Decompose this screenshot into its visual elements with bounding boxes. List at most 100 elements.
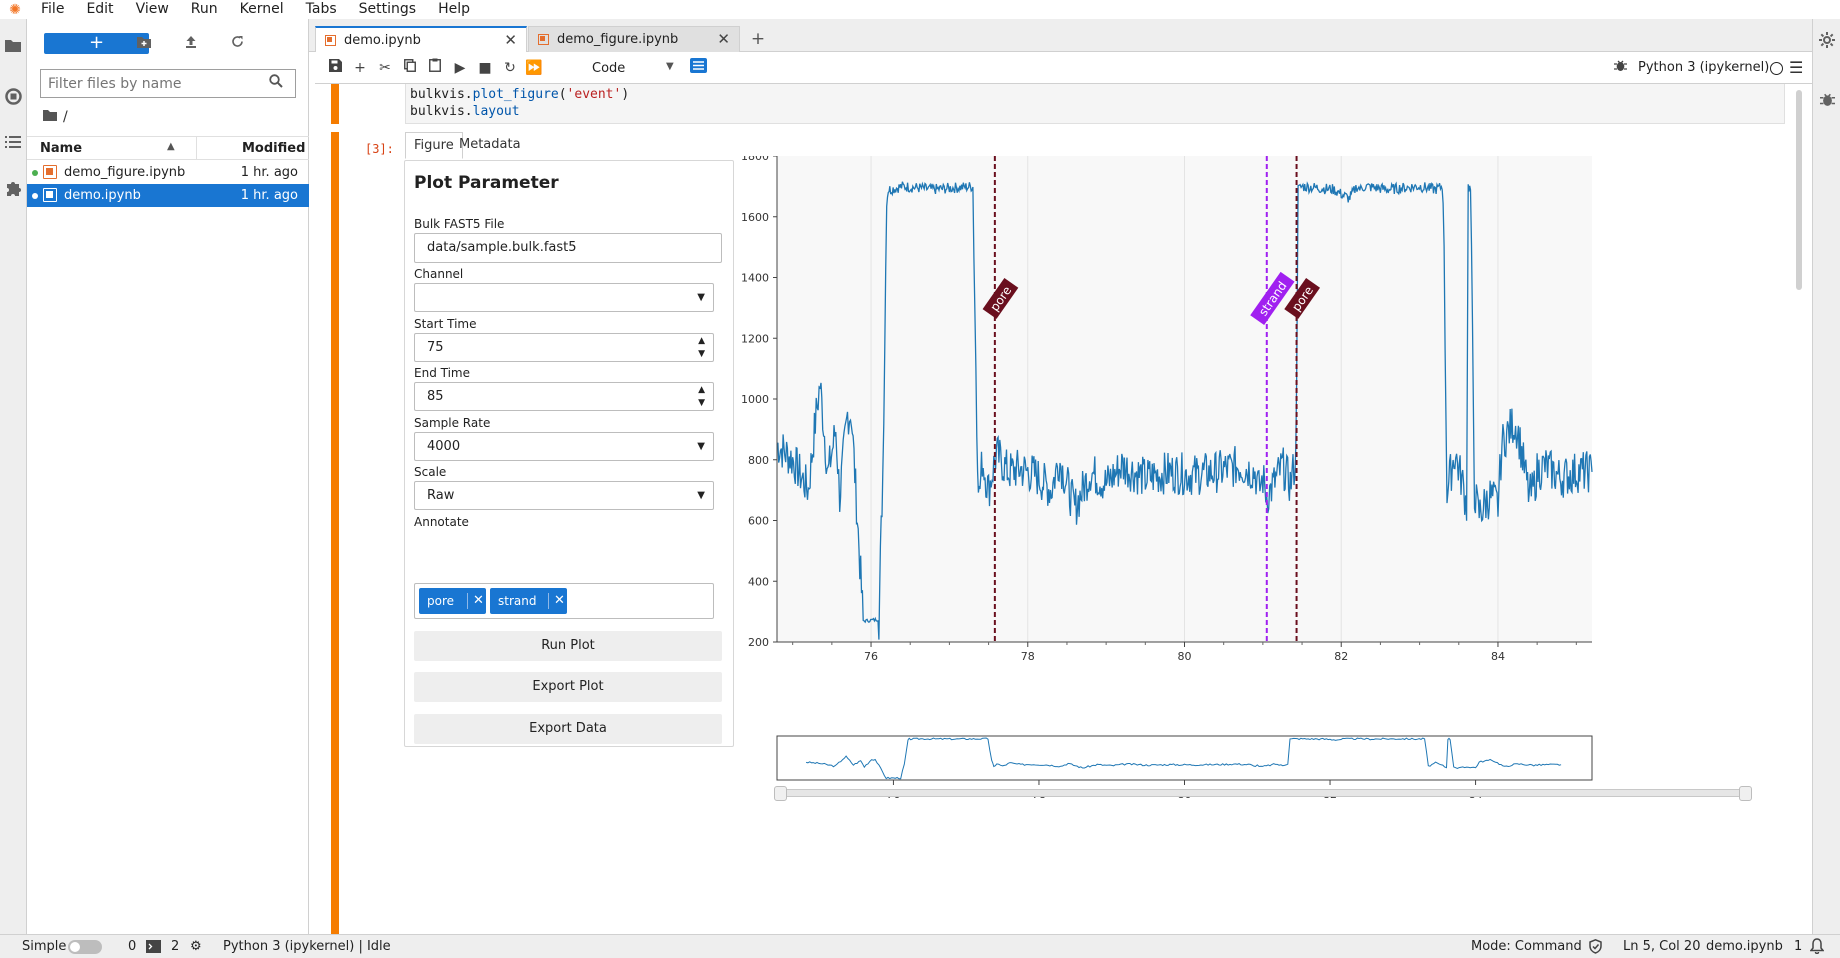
stop-icon[interactable]: ■: [474, 58, 496, 78]
code-cell-editor[interactable]: bulkvis.plot_figure('event') bulkvis.lay…: [405, 84, 1785, 124]
file-row-demo-figure[interactable]: demo_figure.ipynb 1 hr. ago: [27, 161, 309, 184]
start-time-stepper[interactable]: 75 ▲ ▼: [414, 333, 714, 362]
range-slider[interactable]: [774, 784, 1752, 801]
tab-metadata[interactable]: Metadata: [451, 132, 529, 159]
end-time-value: 85: [427, 389, 444, 404]
run-icon[interactable]: ▶: [449, 58, 471, 78]
code-token: (: [558, 87, 567, 102]
property-inspector-icon[interactable]: [687, 58, 709, 78]
menu-view[interactable]: View: [125, 0, 180, 19]
annotate-label: Annotate: [414, 515, 469, 529]
simple-mode-toggle[interactable]: [68, 940, 102, 954]
debugger-icon[interactable]: [1609, 58, 1631, 78]
export-data-button[interactable]: Export Data: [414, 714, 722, 744]
notification-count[interactable]: 1: [1794, 939, 1802, 954]
terminal-count[interactable]: 0: [128, 939, 136, 954]
upload-icon[interactable]: [180, 33, 202, 55]
menu-kernel[interactable]: Kernel: [229, 0, 295, 19]
tab-demo[interactable]: demo.ipynb ✕: [315, 26, 527, 53]
sample-rate-select[interactable]: 4000 ▼: [414, 432, 714, 461]
kernel-status[interactable]: Python 3 (ipykernel) | Idle: [223, 939, 391, 954]
scale-select[interactable]: Raw ▼: [414, 481, 714, 510]
chip-divider: [548, 593, 549, 609]
new-folder-icon[interactable]: [133, 33, 155, 55]
annotate-chip-strand[interactable]: strand ✕: [490, 588, 567, 614]
kernel-count[interactable]: 2: [171, 939, 179, 954]
signal-plot[interactable]: pore strand pore 2004006008001000120014001…: [741, 156, 1761, 726]
notebook-icon: [325, 35, 336, 46]
y-tick-label: 1000: [741, 393, 769, 406]
cell-collapser[interactable]: [331, 84, 339, 124]
decrement-icon[interactable]: ▼: [698, 398, 705, 408]
modified-column-header[interactable]: Modified: [242, 141, 305, 156]
remove-chip-icon[interactable]: ✕: [554, 588, 565, 614]
decrement-icon[interactable]: ▼: [698, 349, 705, 359]
tab-demo-figure[interactable]: demo_figure.ipynb ✕: [528, 26, 740, 52]
annotate-chip-pore[interactable]: pore ✕: [419, 588, 486, 614]
copy-icon[interactable]: [399, 58, 421, 78]
file-row-demo[interactable]: demo.ipynb 1 hr. ago: [27, 184, 309, 207]
add-cell-icon[interactable]: +: [349, 58, 371, 78]
scale-label: Scale: [414, 465, 447, 479]
paste-icon[interactable]: [424, 58, 446, 78]
remove-chip-icon[interactable]: ✕: [473, 588, 484, 614]
trusted-shield-icon[interactable]: [1589, 938, 1602, 958]
notebook-icon: [538, 34, 549, 45]
x-tick-label: 82: [1334, 650, 1348, 663]
menu-icon[interactable]: ☰: [1789, 58, 1803, 77]
file-modified: 1 hr. ago: [240, 188, 298, 203]
annotate-multiselect[interactable]: pore ✕ strand ✕: [414, 583, 714, 619]
y-tick-label: 1600: [741, 211, 769, 224]
export-plot-button[interactable]: Export Plot: [414, 672, 722, 702]
refresh-icon[interactable]: [226, 33, 248, 55]
cut-icon[interactable]: ✂: [374, 58, 396, 78]
property-inspector-gear-icon[interactable]: [1813, 27, 1840, 53]
fast-forward-icon[interactable]: ⏩: [523, 58, 545, 78]
file-filter-field[interactable]: [40, 69, 296, 98]
table-of-contents-icon[interactable]: [0, 129, 26, 155]
bulk-file-input[interactable]: data/sample.bulk.fast5: [414, 233, 722, 263]
terminal-icon: [146, 940, 161, 957]
chevron-down-icon: ▼: [697, 490, 705, 501]
range-slider-track[interactable]: [778, 789, 1748, 797]
increment-icon[interactable]: ▲: [698, 385, 705, 395]
increment-icon[interactable]: ▲: [698, 336, 705, 346]
folder-icon[interactable]: [43, 109, 57, 125]
range-end-handle[interactable]: [1739, 786, 1752, 801]
file-filter-input[interactable]: [41, 70, 261, 97]
running-kernels-icon[interactable]: [0, 83, 26, 109]
menu-help[interactable]: Help: [427, 0, 481, 19]
menu-run[interactable]: Run: [180, 0, 229, 19]
menu-settings[interactable]: Settings: [348, 0, 427, 19]
menu-edit[interactable]: Edit: [75, 0, 124, 19]
menu-file[interactable]: File: [30, 0, 75, 19]
menu-tabs[interactable]: Tabs: [295, 0, 348, 19]
overview-series-line: [805, 737, 1562, 780]
run-plot-button[interactable]: Run Plot: [414, 631, 722, 661]
add-tab-icon[interactable]: +: [746, 28, 770, 52]
extension-manager-icon[interactable]: [0, 175, 26, 201]
debugger-icon[interactable]: [1813, 86, 1840, 112]
range-start-handle[interactable]: [774, 786, 787, 801]
close-icon[interactable]: ✕: [504, 31, 517, 49]
cell-type-select[interactable]: Code ▼: [592, 59, 678, 79]
save-icon[interactable]: [324, 58, 346, 78]
sample-rate-label: Sample Rate: [414, 416, 491, 430]
channel-select[interactable]: ▼: [414, 283, 714, 312]
notebook-scrollbar[interactable]: [1796, 90, 1802, 290]
close-icon[interactable]: ✕: [717, 30, 730, 48]
breadcrumb-root[interactable]: /: [63, 109, 68, 125]
end-time-stepper[interactable]: 85 ▲ ▼: [414, 382, 714, 411]
bell-icon[interactable]: [1809, 938, 1825, 958]
menu-bar: ✺ File Edit View Run Kernel Tabs Setting…: [0, 0, 1840, 19]
cell-type-value: Code: [592, 61, 626, 76]
name-column-header[interactable]: Name: [40, 141, 82, 156]
folder-icon[interactable]: [0, 32, 26, 58]
right-sidebar-tabs: [1812, 19, 1840, 934]
restart-icon[interactable]: ↻: [499, 58, 521, 78]
sort-ascending-icon[interactable]: ▲: [167, 141, 175, 152]
output-collapser[interactable]: [331, 132, 339, 934]
cursor-position[interactable]: Ln 5, Col 20: [1623, 939, 1700, 954]
kernel-name[interactable]: Python 3 (ipykernel): [1638, 60, 1769, 75]
column-divider[interactable]: [196, 137, 197, 160]
